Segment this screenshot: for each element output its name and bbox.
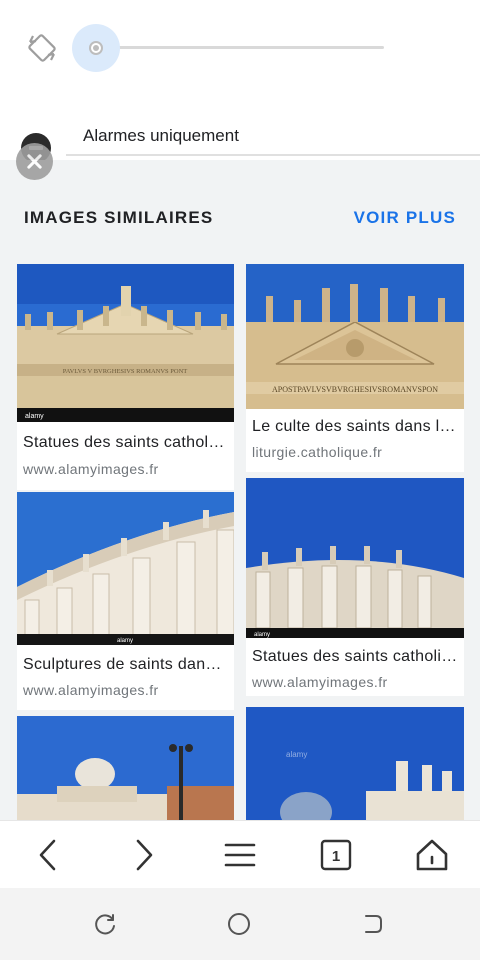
menu-button[interactable] — [216, 831, 264, 879]
see-more-link[interactable]: VOIR PLUS — [354, 208, 456, 228]
back-button[interactable] — [24, 831, 72, 879]
back-arrow-icon — [365, 915, 382, 933]
alamy-watermark: alamy — [25, 413, 44, 420]
tab-switcher-icon: 1 — [320, 839, 352, 871]
brightness-slider-thumb[interactable] — [89, 41, 103, 55]
recents-button[interactable] — [82, 900, 130, 948]
result-source: www.alamyimages.fr — [252, 674, 388, 690]
quick-settings-divider — [66, 154, 480, 156]
result-source: www.alamyimages.fr — [23, 682, 159, 698]
hamburger-menu-icon — [224, 843, 256, 867]
inscription-text: APOSTPAVLVSVBVRGHESIVSROMANVSPON — [272, 385, 438, 394]
result-thumbnail[interactable] — [17, 716, 234, 820]
alamy-watermark: alamy — [286, 750, 307, 759]
result-thumbnail[interactable]: APOSTPAVLVSVBVRGHESIVSROMANVSPON — [246, 264, 464, 409]
system-back-button[interactable] — [348, 900, 396, 948]
image-result-card[interactable]: APOSTPAVLVSVBVRGHESIVSROMANVSPON Le cult… — [246, 264, 464, 472]
section-title: IMAGES SIMILAIRES — [24, 208, 214, 227]
quick-settings-panel: Alarmes uniquement — [0, 0, 480, 163]
result-title[interactable]: Statues des saints catholiques — [252, 648, 458, 666]
browser-nav-bar: 1 — [0, 820, 480, 888]
result-title[interactable]: Sculptures de saints dans la colonnade — [23, 656, 228, 674]
system-home-button[interactable] — [215, 900, 263, 948]
tab-count: 1 — [332, 848, 340, 865]
alamy-watermark: alamy — [117, 638, 133, 644]
result-title[interactable]: Statues des saints catholiques — [23, 434, 228, 452]
result-thumbnail[interactable]: alamy — [17, 492, 234, 645]
auto-rotate-icon[interactable] — [24, 30, 60, 66]
close-icon[interactable] — [16, 143, 53, 180]
image-result-card[interactable]: alamy PAVLVS V BVRGHESIVS ROMANVS PONT S… — [17, 264, 234, 490]
result-title[interactable]: Le culte des saints dans l'Église — [252, 418, 458, 436]
alamy-watermark: alamy — [254, 632, 270, 638]
dnd-mode-label: Alarmes uniquement — [83, 126, 239, 145]
section-header: IMAGES SIMILAIRES VOIR PLUS — [0, 160, 480, 240]
image-result-card[interactable]: alamy — [246, 707, 464, 820]
result-thumbnail[interactable]: alamy — [246, 707, 464, 820]
brightness-slider[interactable] — [96, 46, 384, 49]
result-thumbnail[interactable]: alamy PAVLVS V BVRGHESIVS ROMANVS PONT — [17, 264, 234, 422]
result-thumbnail[interactable]: alamy — [246, 478, 464, 638]
inscription-text: PAVLVS V BVRGHESIVS ROMANVS PONT — [63, 368, 188, 375]
tabs-button[interactable]: 1 — [312, 831, 360, 879]
refresh-icon — [95, 914, 115, 935]
image-result-card[interactable] — [17, 716, 234, 820]
result-source: liturgie.catholique.fr — [252, 444, 383, 460]
image-result-card[interactable]: alamy Statues des saints catholiques www… — [246, 478, 464, 696]
search-results-area: IMAGES SIMILAIRES VOIR PLUS alamy PAVLVS… — [0, 160, 480, 820]
home-icon — [416, 839, 448, 871]
circle-home-icon — [228, 913, 250, 935]
forward-button[interactable] — [120, 831, 168, 879]
system-nav-bar — [0, 888, 480, 960]
result-source: www.alamyimages.fr — [23, 461, 159, 477]
chevron-left-icon — [39, 839, 56, 871]
image-result-card[interactable]: alamy Sculptures de saints dans la colon… — [17, 492, 234, 710]
chevron-right-icon — [136, 839, 153, 871]
home-button[interactable] — [408, 831, 456, 879]
